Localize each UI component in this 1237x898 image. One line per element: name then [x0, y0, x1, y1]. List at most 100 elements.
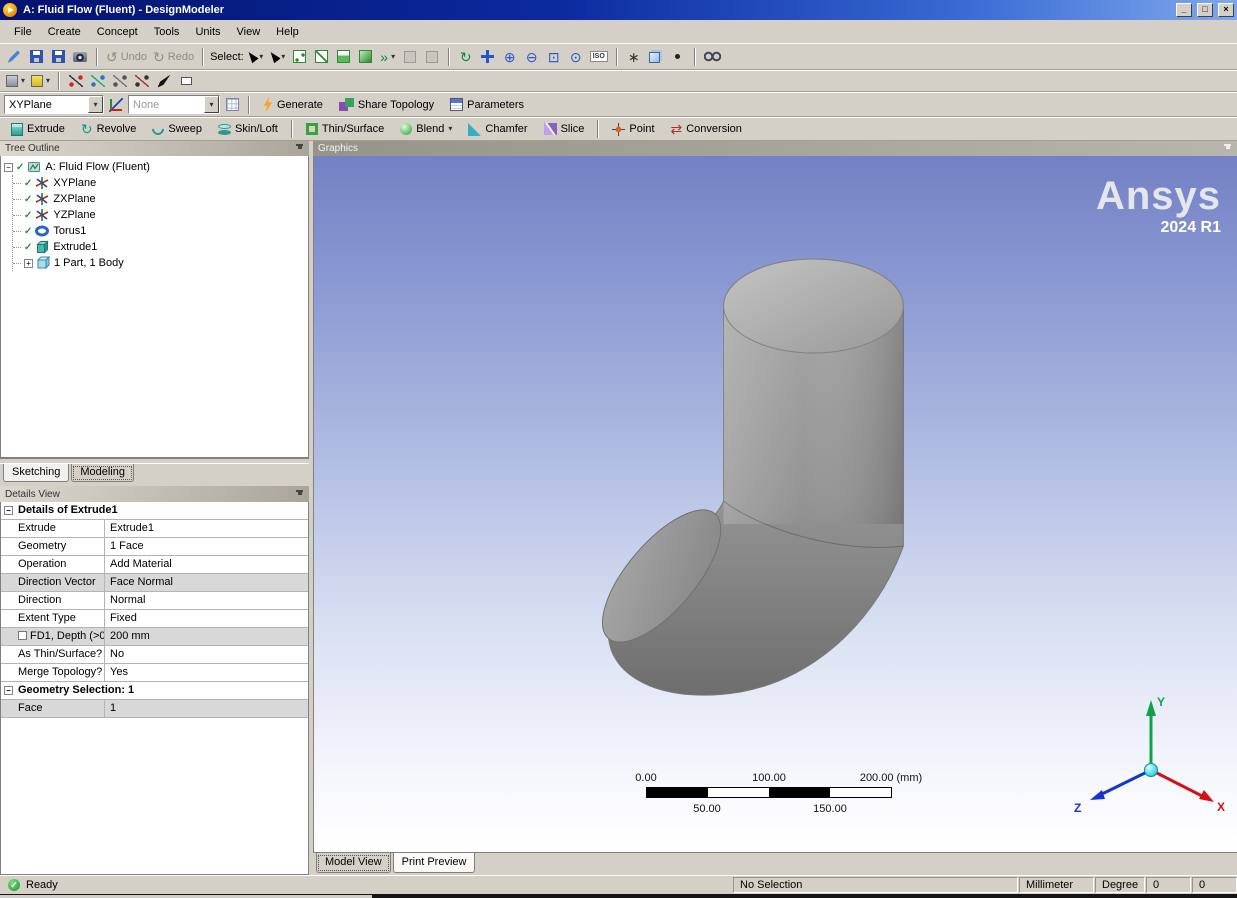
display-style-dropdown[interactable]: ▾	[4, 71, 27, 91]
save-project-button[interactable]	[26, 47, 46, 67]
tree-item-torus1[interactable]: ✓ Torus1	[13, 223, 308, 239]
selection-filter-button[interactable]: ▾	[268, 47, 288, 67]
conversion-button[interactable]: ⇄ Conversion	[664, 119, 749, 139]
tree-item-project[interactable]: − ✓ A: Fluid Flow (Fluent)	[4, 159, 308, 175]
slice-button[interactable]: Slice	[537, 119, 592, 139]
blend-button[interactable]: Blend ▾	[393, 119, 459, 139]
edge-type-button-1[interactable]	[66, 71, 86, 91]
generate-button[interactable]: Generate	[256, 95, 330, 115]
tab-model-view[interactable]: Model View	[316, 853, 391, 873]
tree-item-yzplane[interactable]: ✓ YZPlane	[13, 207, 308, 223]
zoom-fit-button[interactable]: ⊙	[566, 47, 586, 67]
select-mode-button[interactable]: ▾	[246, 47, 266, 67]
rotate-button[interactable]: ↻	[456, 47, 476, 67]
close-button[interactable]: ×	[1218, 3, 1234, 17]
details-row-direction-vector[interactable]: Direction Vector Face Normal	[1, 574, 308, 592]
sketch-selector-arrow[interactable]: ▾	[204, 96, 219, 113]
maximize-button[interactable]: □	[1197, 3, 1213, 17]
plane-selector[interactable]: XYPlane ▾	[4, 95, 104, 114]
menu-item-view[interactable]: View	[229, 23, 269, 41]
zoom-in-button[interactable]: ⊕	[500, 47, 520, 67]
orientation-triad[interactable]: Y X Z	[1056, 690, 1236, 820]
pin-icon[interactable]	[295, 143, 304, 154]
collapse-box[interactable]: −	[4, 163, 13, 172]
menu-item-help[interactable]: Help	[268, 23, 307, 41]
status-counter2: 0	[1199, 879, 1205, 891]
face-filter-button[interactable]	[334, 47, 354, 67]
row-label: Extrude	[1, 520, 105, 537]
depth-checkbox[interactable]	[18, 631, 27, 640]
tree-item-xyplane[interactable]: ✓ XYPlane	[13, 175, 308, 191]
pan-button[interactable]	[478, 47, 498, 67]
details-row-depth[interactable]: FD1, Depth (>0) 200 mm	[1, 628, 308, 646]
details-group-header[interactable]: − Details of Extrude1	[1, 502, 308, 520]
menu-item-concept[interactable]: Concept	[89, 23, 146, 41]
undo-button[interactable]: ↺ Undo	[104, 47, 149, 67]
box-zoom-button[interactable]: ⊡	[544, 47, 564, 67]
minimize-button[interactable]: _	[1176, 3, 1192, 17]
share-topology-button[interactable]: Share Topology	[332, 95, 441, 115]
export-button[interactable]	[48, 47, 68, 67]
edge-filter-button[interactable]	[312, 47, 332, 67]
edge-type-button-4[interactable]	[132, 71, 152, 91]
vertex-filter-button[interactable]	[290, 47, 310, 67]
plane-axes-button[interactable]	[106, 95, 126, 115]
details-row-face[interactable]: Face 1	[1, 700, 308, 718]
box-select-button[interactable]	[400, 47, 420, 67]
menu-item-create[interactable]: Create	[40, 23, 89, 41]
sweep-button[interactable]: Sweep	[145, 119, 209, 139]
iso-view-button[interactable]: ISO	[588, 47, 610, 67]
tree-item-part-body[interactable]: + 1 Part, 1 Body	[13, 255, 308, 271]
tab-modeling[interactable]: Modeling	[71, 464, 134, 482]
graphics-viewport[interactable]: Ansys 2024 R1 0.00 100.00 200.00 (mm) 50…	[313, 156, 1237, 852]
details-row-merge-topology[interactable]: Merge Topology? Yes	[1, 664, 308, 682]
plane-selector-arrow[interactable]: ▾	[88, 96, 103, 113]
menu-item-units[interactable]: Units	[187, 23, 228, 41]
tab-sketching[interactable]: Sketching	[3, 464, 69, 482]
viewport-button[interactable]	[176, 71, 196, 91]
sketching-pencil-button[interactable]	[4, 47, 24, 67]
new-sketch-button[interactable]	[222, 95, 242, 115]
chamfer-button[interactable]: Chamfer	[461, 119, 534, 139]
details-row-as-thin-surface[interactable]: As Thin/Surface? No	[1, 646, 308, 664]
pin-icon[interactable]	[1223, 143, 1232, 154]
redo-button[interactable]: ↻ Redo	[151, 47, 196, 67]
parameters-button[interactable]: Parameters	[443, 95, 531, 115]
details-row-operation[interactable]: Operation Add Material	[1, 556, 308, 574]
menu-item-file[interactable]: File	[6, 23, 40, 41]
thin-surface-button[interactable]: Thin/Surface	[299, 119, 391, 139]
tree-item-zxplane[interactable]: ✓ ZXPlane	[13, 191, 308, 207]
sketch-color-dropdown[interactable]: ▾	[29, 71, 52, 91]
image-capture-button[interactable]	[70, 47, 90, 67]
row-label: Extent Type	[1, 610, 105, 627]
expand-box[interactable]: +	[24, 259, 33, 268]
tree-item-extrude1[interactable]: ✓ Extrude1	[13, 239, 308, 255]
zoom-out-button[interactable]: ⊖	[522, 47, 542, 67]
extend-selection-button[interactable]: » ▾	[378, 47, 398, 67]
details-group-header-2[interactable]: − Geometry Selection: 1	[1, 682, 308, 700]
export-icon	[52, 50, 65, 63]
vertex-display-button[interactable]	[668, 47, 688, 67]
view-settings-button[interactable]	[702, 47, 723, 67]
edge-direction-button[interactable]	[154, 71, 174, 91]
look-at-face-button[interactable]: ∗	[624, 47, 644, 67]
extrude-button[interactable]: Extrude	[4, 119, 72, 139]
lasso-select-button[interactable]	[422, 47, 442, 67]
revolve-button[interactable]: ↻ Revolve	[74, 119, 143, 139]
edge-type-button-2[interactable]	[88, 71, 108, 91]
body-filter-button[interactable]	[356, 47, 376, 67]
collapse-box[interactable]: −	[4, 686, 13, 695]
skin-loft-button[interactable]: Skin/Loft	[211, 119, 285, 139]
display-model-button[interactable]	[646, 47, 666, 67]
pin-icon[interactable]	[295, 489, 304, 500]
point-button[interactable]: Point	[605, 119, 661, 139]
menu-item-tools[interactable]: Tools	[146, 23, 188, 41]
details-row-geometry[interactable]: Geometry 1 Face	[1, 538, 308, 556]
tab-print-preview[interactable]: Print Preview	[393, 853, 476, 873]
edge-type-button-3[interactable]	[110, 71, 130, 91]
sketch-selector[interactable]: None ▾	[128, 95, 220, 114]
details-row-direction[interactable]: Direction Normal	[1, 592, 308, 610]
details-row-extent-type[interactable]: Extent Type Fixed	[1, 610, 308, 628]
collapse-box[interactable]: −	[4, 506, 13, 515]
details-row-extrude[interactable]: Extrude Extrude1	[1, 520, 308, 538]
